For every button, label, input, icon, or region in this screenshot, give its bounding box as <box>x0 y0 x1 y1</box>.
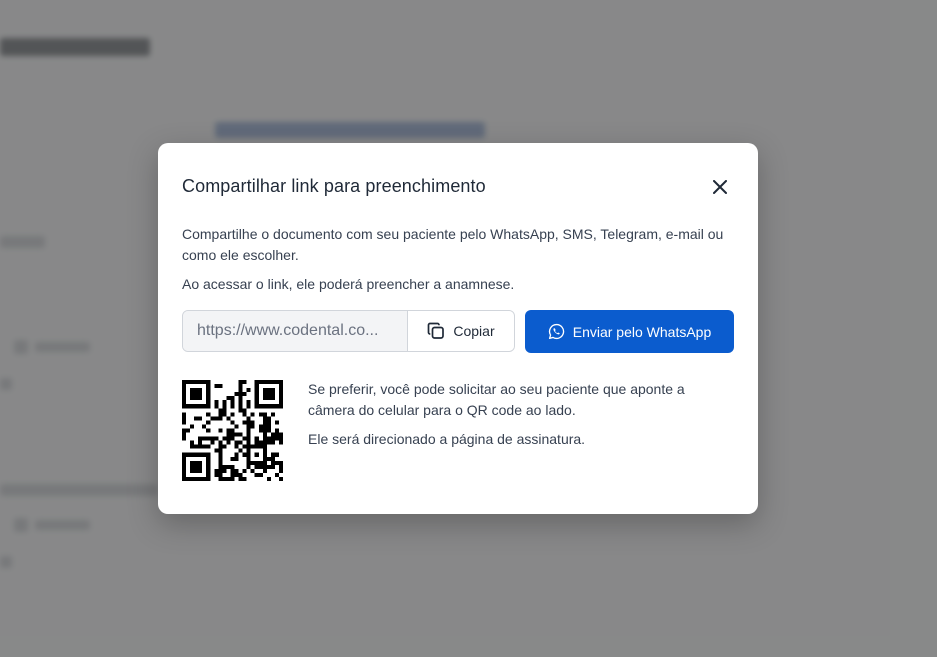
share-link-dialog: Compartilhar link para preenchimento Com… <box>158 143 758 514</box>
qr-code[interactable] <box>182 380 283 481</box>
dialog-title: Compartilhar link para preenchimento <box>182 176 486 196</box>
copy-icon <box>428 322 445 339</box>
send-whatsapp-button[interactable]: Enviar pelo WhatsApp <box>525 310 734 353</box>
share-link-input[interactable] <box>183 311 408 351</box>
whatsapp-icon <box>548 323 564 340</box>
dialog-description: Compartilhe o documento com seu paciente… <box>182 226 724 263</box>
qr-instructions: Se preferir, você pode solicitar ao seu … <box>308 381 685 418</box>
qr-note: Ele será direcionado a página de assinat… <box>308 431 586 447</box>
send-whatsapp-label: Enviar pelo WhatsApp <box>572 323 712 340</box>
close-button[interactable] <box>710 177 730 197</box>
dialog-note: Ao acessar o link, ele poderá preencher … <box>182 276 515 292</box>
share-link-group: Copiar <box>182 310 515 352</box>
copy-button[interactable]: Copiar <box>408 311 514 351</box>
close-icon <box>713 180 727 194</box>
copy-button-label: Copiar <box>453 323 495 339</box>
